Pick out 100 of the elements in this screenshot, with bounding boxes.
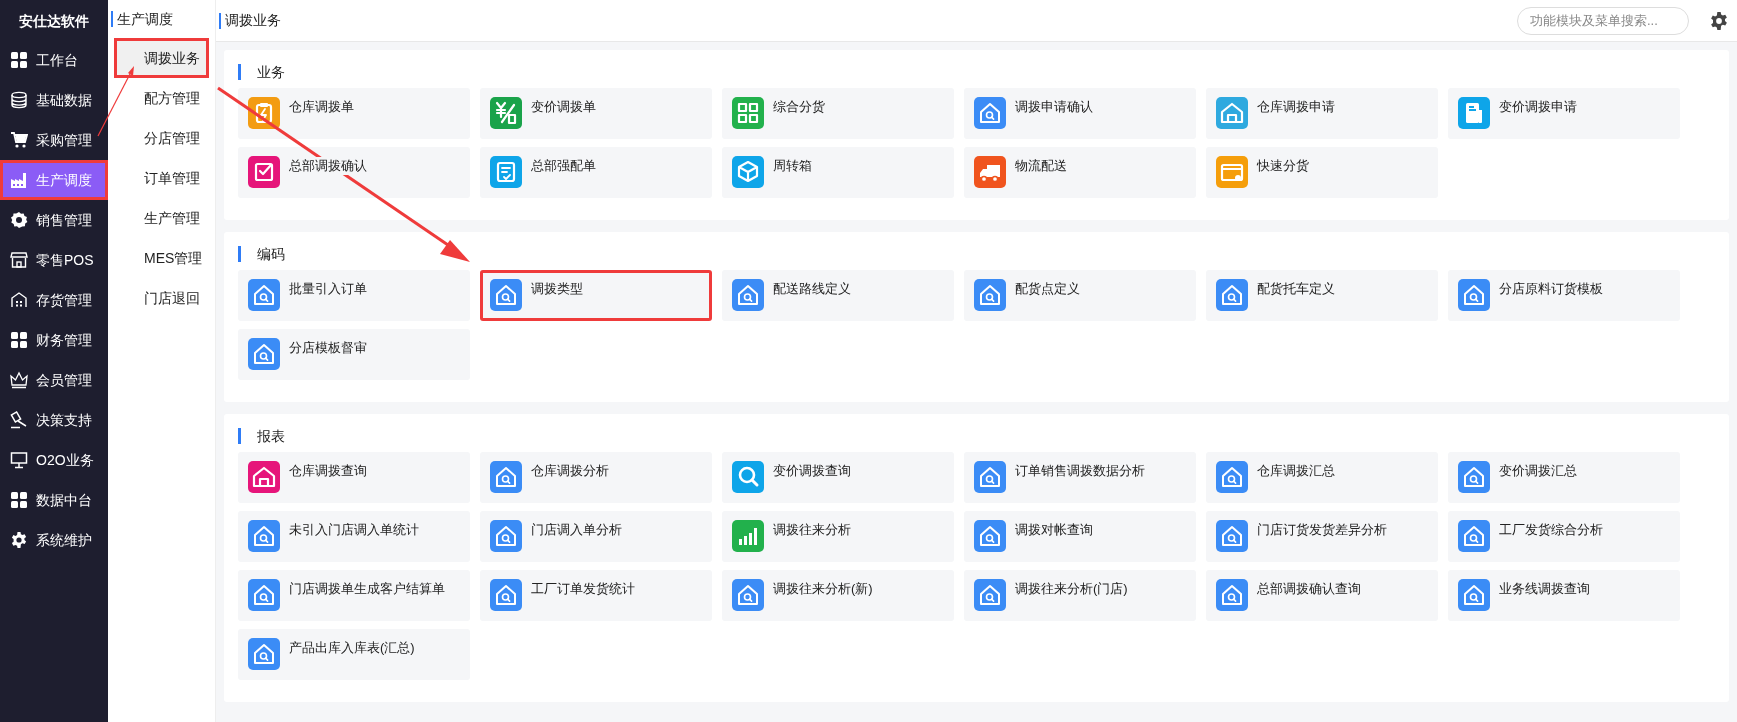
search-icon [732, 461, 764, 493]
tile-label: 综合分货 [773, 98, 825, 116]
search-field[interactable]: 功能模块及菜单搜索... [1517, 6, 1689, 35]
sidebar-item[interactable]: 数据中台 [0, 480, 108, 520]
tile-label: 门店调拨单生成客户结算单 [289, 580, 445, 598]
submenu-item[interactable]: 调拨业务 [114, 38, 209, 78]
submenu-item[interactable]: 生产管理 [114, 198, 209, 238]
module-tile[interactable]: 总部调拨确认查询 [1206, 570, 1438, 621]
sidebar-item[interactable]: O2O业务 [0, 440, 108, 480]
submenu-item[interactable]: 分店管理 [114, 118, 209, 158]
module-tile[interactable]: 门店订货发货差异分析 [1206, 511, 1438, 562]
tile-label: 订单销售调拨数据分析 [1015, 462, 1145, 480]
module-tile[interactable]: 调拨往来分析 [722, 511, 954, 562]
tile-label: 调拨类型 [531, 280, 583, 298]
sidebar-item-label: 数据中台 [36, 490, 92, 510]
sidebar-item[interactable]: 系统维护 [0, 520, 108, 560]
module-tile[interactable]: 工厂发货综合分析 [1448, 511, 1680, 562]
sidebar-item[interactable]: 工作台 [0, 40, 108, 80]
module-tile[interactable]: 总部强配单 [480, 147, 712, 198]
module-tile[interactable]: 快速分货 [1206, 147, 1438, 198]
module-tile[interactable]: 周转箱 [722, 147, 954, 198]
module-tile[interactable]: 配货托车定义 [1206, 270, 1438, 321]
module-tile[interactable]: 调拨类型 [480, 270, 712, 321]
cart-icon [10, 131, 28, 149]
module-tile[interactable]: 工厂订单发货统计 [480, 570, 712, 621]
tile-label: 配送路线定义 [773, 280, 851, 298]
module-tile[interactable]: 仓库调拨申请 [1206, 88, 1438, 139]
module-tile[interactable]: 分店模板督审 [238, 329, 470, 380]
tile-label: 总部强配单 [531, 157, 596, 175]
module-tile[interactable]: 变价调拨汇总 [1448, 452, 1680, 503]
tile-label: 门店订货发货差异分析 [1257, 521, 1387, 539]
module-tile[interactable]: 产品出库入库表(汇总) [238, 629, 470, 680]
module-tile[interactable]: 业务线调拨查询 [1448, 570, 1680, 621]
sidebar-item[interactable]: 基础数据 [0, 80, 108, 120]
module-tile[interactable]: 门店调入单分析 [480, 511, 712, 562]
module-tile[interactable]: 总部调拨确认 [238, 147, 470, 198]
tile-label: 门店调入单分析 [531, 521, 622, 539]
warehouse-icon [10, 291, 28, 309]
module-tile[interactable]: 调拨申请确认 [964, 88, 1196, 139]
module-tile[interactable]: 分店原料订货模板 [1448, 270, 1680, 321]
house-search-icon [974, 520, 1006, 552]
tile-label: 仓库调拨汇总 [1257, 462, 1335, 480]
sidebar-item-label: 采购管理 [36, 130, 92, 150]
document-icon [1458, 97, 1490, 129]
house-search-icon [974, 579, 1006, 611]
module-tile[interactable]: 订单销售调拨数据分析 [964, 452, 1196, 503]
tile-label: 变价调拨查询 [773, 462, 851, 480]
tile-label: 调拨往来分析(门店) [1015, 580, 1128, 598]
tile-label: 分店模板督审 [289, 339, 367, 357]
sidebar-item-label: 零售POS [36, 250, 94, 270]
house-search-icon [1458, 279, 1490, 311]
house-search-icon [732, 279, 764, 311]
tile-label: 仓库调拨申请 [1257, 98, 1335, 116]
grid-icon [10, 491, 28, 509]
module-tile[interactable]: 仓库调拨单 [238, 88, 470, 139]
module-tile[interactable]: 门店调拨单生成客户结算单 [238, 570, 470, 621]
module-tile[interactable]: 未引入门店调入单统计 [238, 511, 470, 562]
sidebar-item-label: 基础数据 [36, 90, 92, 110]
module-tile[interactable]: 仓库调拨汇总 [1206, 452, 1438, 503]
house-search-icon [1458, 461, 1490, 493]
module-tile[interactable]: 变价调拨查询 [722, 452, 954, 503]
module-tile[interactable]: 批量引入订单 [238, 270, 470, 321]
module-tile[interactable]: 调拨往来分析(新) [722, 570, 954, 621]
module-tile[interactable]: 仓库调拨分析 [480, 452, 712, 503]
module-tile[interactable]: 仓库调拨查询 [238, 452, 470, 503]
submenu-item[interactable]: 配方管理 [114, 78, 209, 118]
sidebar-item[interactable]: 采购管理 [0, 120, 108, 160]
module-tile[interactable]: 变价调拨单 [480, 88, 712, 139]
submenu-item[interactable]: 订单管理 [114, 158, 209, 198]
sidebar-item[interactable]: 会员管理 [0, 360, 108, 400]
module-tile[interactable]: 调拨对帐查询 [964, 511, 1196, 562]
submenu-item[interactable]: MES管理 [114, 238, 209, 278]
module-tile[interactable]: 配货点定义 [964, 270, 1196, 321]
module-tile[interactable]: 配送路线定义 [722, 270, 954, 321]
grid-icon [732, 97, 764, 129]
module-tile[interactable]: 物流配送 [964, 147, 1196, 198]
submenu-item[interactable]: 门店退回 [114, 278, 209, 318]
tile-label: 批量引入订单 [289, 280, 367, 298]
sidebar-item[interactable]: 存货管理 [0, 280, 108, 320]
bar-chart-icon [732, 520, 764, 552]
house-search-icon [490, 579, 522, 611]
form-icon [490, 156, 522, 188]
module-tile[interactable]: 调拨往来分析(门店) [964, 570, 1196, 621]
house-search-icon [248, 338, 280, 370]
sale-badge-icon [10, 211, 28, 229]
module-tile[interactable]: 变价调拨申请 [1448, 88, 1680, 139]
tile-label: 总部调拨确认 [289, 157, 367, 175]
sidebar-item-label: 系统维护 [36, 530, 92, 550]
settings-icon[interactable] [1709, 10, 1729, 31]
module-tile[interactable]: 综合分货 [722, 88, 954, 139]
sidebar-item[interactable]: 决策支持 [0, 400, 108, 440]
tile-label: 变价调拨申请 [1499, 98, 1577, 116]
sidebar-item[interactable]: 零售POS [0, 240, 108, 280]
sidebar-item[interactable]: 销售管理 [0, 200, 108, 240]
sidebar-item[interactable]: 财务管理 [0, 320, 108, 360]
sidebar-item[interactable]: 生产调度 [0, 160, 108, 200]
house-search-icon [974, 97, 1006, 129]
tile-label: 总部调拨确认查询 [1257, 580, 1361, 598]
crown-icon [10, 371, 28, 389]
sidebar-item-label: 财务管理 [36, 330, 92, 350]
